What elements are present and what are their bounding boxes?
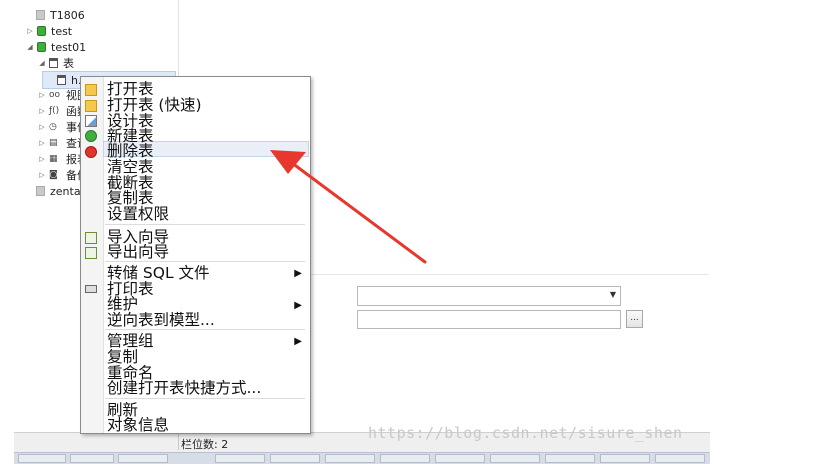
annotation-arrow <box>270 150 427 264</box>
arrow-shaft <box>290 161 427 264</box>
